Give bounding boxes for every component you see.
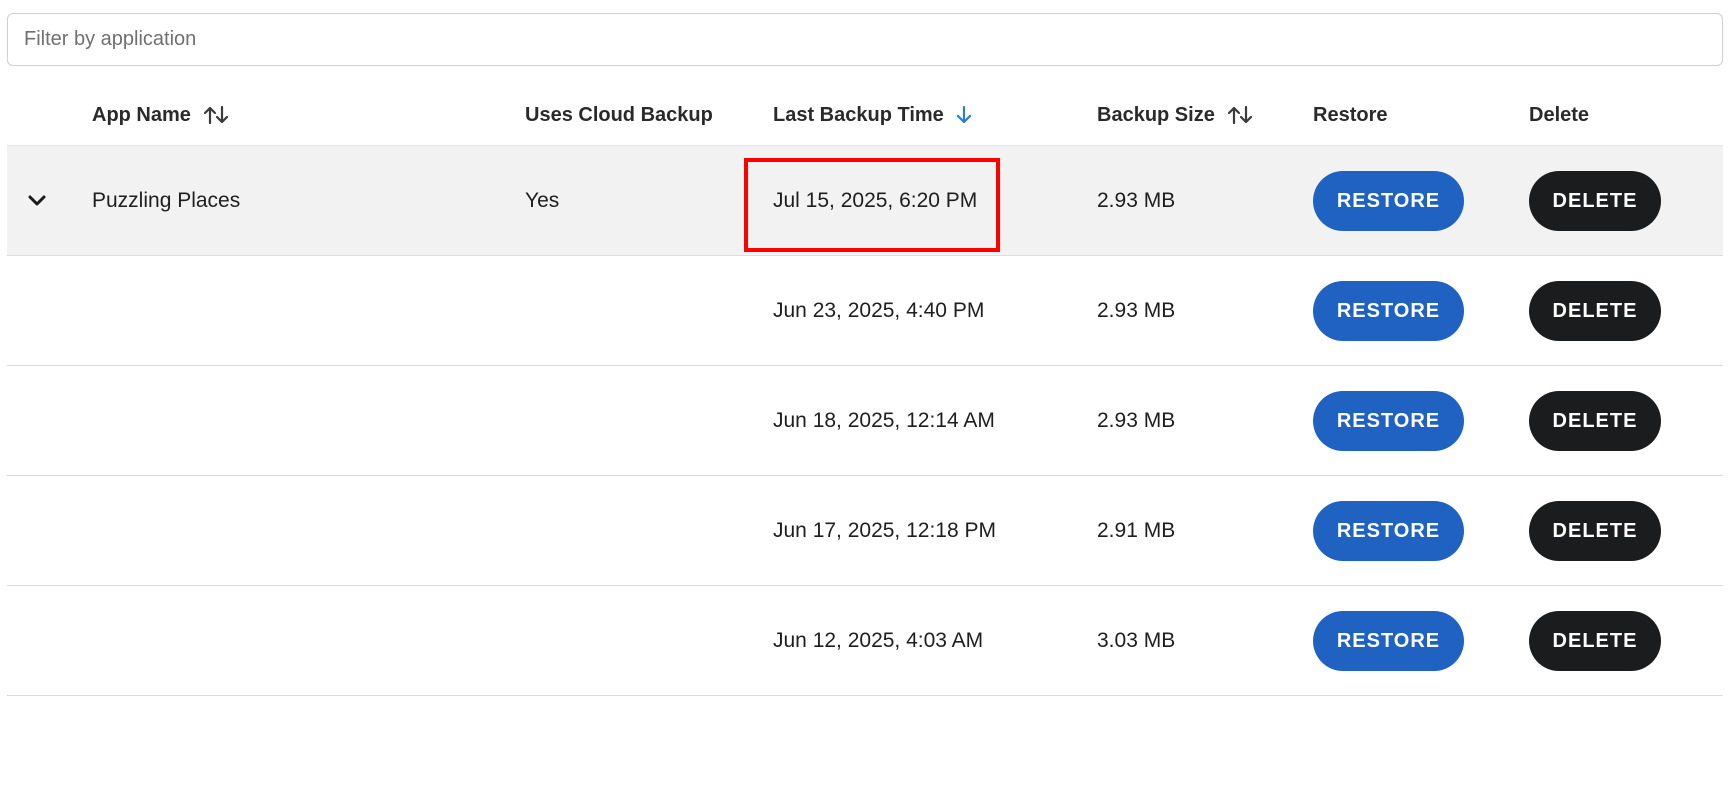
- restore-cell: RESTORE: [1313, 256, 1464, 366]
- restore-cell: RESTORE: [1313, 476, 1464, 586]
- restore-cell: RESTORE: [1313, 366, 1464, 476]
- sort-both-icon[interactable]: [203, 105, 229, 125]
- column-header-restore: Restore: [1313, 84, 1387, 146]
- column-label: Backup Size: [1097, 103, 1215, 126]
- backup-size-cell: 2.93 MB: [1097, 299, 1176, 322]
- delete-button[interactable]: DELETE: [1529, 171, 1661, 231]
- column-label: Uses Cloud Backup: [525, 103, 713, 126]
- delete-cell: DELETE: [1529, 146, 1661, 256]
- table-header: App Name Uses Cloud Backup Last Backup T…: [7, 84, 1723, 146]
- backup-size-cell: 3.03 MB: [1097, 629, 1176, 652]
- backup-size-cell: 2.91 MB: [1097, 519, 1176, 542]
- backup-time-cell: Jul 15, 2025, 6:20 PM: [773, 189, 978, 212]
- table-row: Jun 23, 2025, 4:40 PM 2.93 MB RESTORE DE…: [7, 256, 1723, 366]
- column-label: App Name: [92, 103, 191, 126]
- delete-button[interactable]: DELETE: [1529, 391, 1661, 451]
- cloud-backup-cell: Yes: [525, 189, 560, 212]
- restore-cell: RESTORE: [1313, 146, 1464, 256]
- delete-cell: DELETE: [1529, 256, 1661, 366]
- backup-time-cell: Jun 23, 2025, 4:40 PM: [773, 299, 985, 322]
- backup-size-cell: 2.93 MB: [1097, 189, 1176, 212]
- table-row: Puzzling Places Yes Jul 15, 2025, 6:20 P…: [7, 146, 1723, 256]
- restore-button[interactable]: RESTORE: [1313, 611, 1464, 671]
- delete-button[interactable]: DELETE: [1529, 501, 1661, 561]
- column-header-app-name[interactable]: App Name: [92, 84, 229, 146]
- column-label: Delete: [1529, 103, 1590, 126]
- restore-cell: RESTORE: [1313, 586, 1464, 696]
- delete-cell: DELETE: [1529, 366, 1661, 476]
- delete-cell: DELETE: [1529, 476, 1661, 586]
- chevron-down-icon[interactable]: [27, 146, 47, 256]
- backup-size-cell: 2.93 MB: [1097, 409, 1176, 432]
- filter-input[interactable]: [7, 13, 1723, 66]
- delete-button[interactable]: DELETE: [1529, 611, 1661, 671]
- column-header-delete: Delete: [1529, 84, 1589, 146]
- restore-button[interactable]: RESTORE: [1313, 391, 1464, 451]
- sort-descending-icon[interactable]: [956, 105, 972, 125]
- backup-time-cell: Jun 18, 2025, 12:14 AM: [773, 409, 995, 432]
- column-header-last-backup-time[interactable]: Last Backup Time: [773, 84, 972, 146]
- delete-button[interactable]: DELETE: [1529, 281, 1661, 341]
- restore-button[interactable]: RESTORE: [1313, 281, 1464, 341]
- table-row: Jun 18, 2025, 12:14 AM 2.93 MB RESTORE D…: [7, 366, 1723, 476]
- backup-time-cell: Jun 17, 2025, 12:18 PM: [773, 519, 996, 542]
- delete-cell: DELETE: [1529, 586, 1661, 696]
- column-header-cloud-backup: Uses Cloud Backup: [525, 84, 713, 146]
- app-name-cell: Puzzling Places: [92, 189, 241, 212]
- column-label: Last Backup Time: [773, 103, 944, 126]
- restore-button[interactable]: RESTORE: [1313, 501, 1464, 561]
- backup-time-cell: Jun 12, 2025, 4:03 AM: [773, 629, 984, 652]
- column-label: Restore: [1313, 103, 1388, 126]
- restore-button[interactable]: RESTORE: [1313, 171, 1464, 231]
- table-row: Jun 17, 2025, 12:18 PM 2.91 MB RESTORE D…: [7, 476, 1723, 586]
- column-header-backup-size[interactable]: Backup Size: [1097, 84, 1253, 146]
- table-row: Jun 12, 2025, 4:03 AM 3.03 MB RESTORE DE…: [7, 586, 1723, 696]
- sort-both-icon[interactable]: [1227, 105, 1253, 125]
- backups-table: App Name Uses Cloud Backup Last Backup T…: [7, 84, 1723, 696]
